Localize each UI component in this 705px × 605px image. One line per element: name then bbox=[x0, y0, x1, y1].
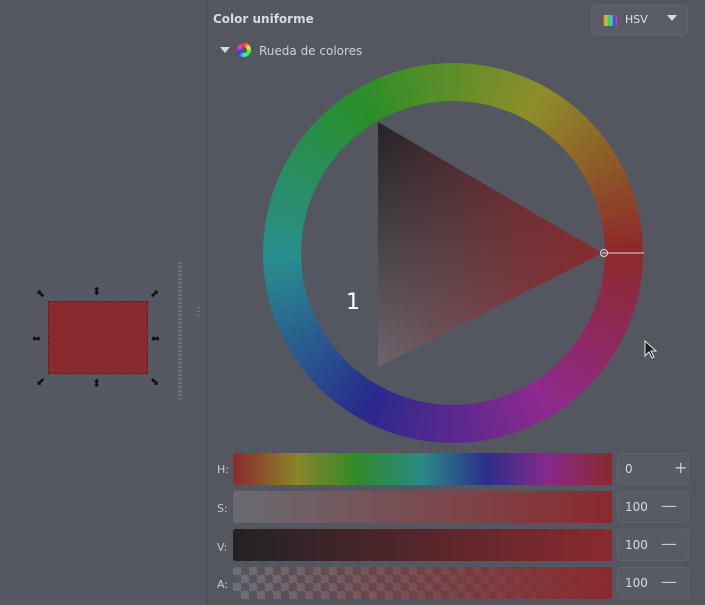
hue-slider-thumb[interactable] bbox=[606, 453, 612, 485]
hue-slider[interactable] bbox=[233, 453, 612, 485]
value-spinbox[interactable]: 100 — bbox=[617, 529, 689, 561]
saturation-slider[interactable] bbox=[233, 491, 612, 523]
color-wheel[interactable] bbox=[262, 62, 646, 446]
canvas-preview-pane: ⬉ ⬍ ⬈ ⬌ ⬌ ⬋ ⬍ ⬊ · · · bbox=[0, 0, 206, 605]
vertical-scrollbar[interactable] bbox=[178, 262, 182, 400]
alpha-value[interactable]: 100 bbox=[625, 576, 648, 590]
resize-handle-icon[interactable]: ⬋ bbox=[36, 376, 45, 387]
saturation-value[interactable]: 100 bbox=[625, 500, 648, 514]
alpha-slider-thumb[interactable] bbox=[606, 567, 612, 599]
section-label[interactable]: Rueda de colores bbox=[259, 44, 362, 58]
alpha-spinbox[interactable]: 100 — bbox=[617, 567, 689, 599]
drag-handle-icon[interactable]: · · · bbox=[197, 304, 200, 322]
decrement-button[interactable]: — bbox=[661, 572, 677, 592]
saturation-label: S: bbox=[217, 502, 228, 515]
resize-handle-icon[interactable]: ⬍ bbox=[92, 378, 101, 389]
hue-spinbox[interactable]: 0 + bbox=[617, 453, 689, 485]
hue-value[interactable]: 0 bbox=[625, 462, 633, 476]
color-mode-select[interactable]: HSV bbox=[591, 5, 688, 35]
decrement-button[interactable]: — bbox=[661, 534, 677, 554]
mouse-pointer-icon bbox=[644, 340, 658, 359]
overlay-label: 1 bbox=[346, 290, 360, 315]
saturation-spinbox[interactable]: 100 — bbox=[617, 491, 689, 523]
panel-title: Color uniforme bbox=[213, 12, 314, 26]
resize-handle-icon[interactable]: ⬍ bbox=[92, 286, 101, 297]
resize-handle-icon[interactable]: ⬈ bbox=[150, 288, 159, 299]
saturation-slider-thumb[interactable] bbox=[606, 491, 612, 523]
hsv-icon bbox=[603, 15, 617, 26]
value-slider-thumb[interactable] bbox=[606, 529, 612, 561]
color-mode-label: HSV bbox=[625, 13, 648, 26]
alpha-label: A: bbox=[217, 578, 229, 591]
hue-label: H: bbox=[217, 463, 229, 476]
decrement-button[interactable]: — bbox=[661, 496, 677, 516]
value-slider[interactable] bbox=[233, 529, 612, 561]
value-value[interactable]: 100 bbox=[625, 538, 648, 552]
resize-handle-icon[interactable]: ⬊ bbox=[150, 376, 159, 387]
resize-handle-icon[interactable]: ⬉ bbox=[36, 288, 45, 299]
selected-object-rect[interactable] bbox=[48, 301, 148, 374]
value-label: V: bbox=[217, 541, 228, 554]
expander-chevron-icon[interactable] bbox=[220, 47, 230, 53]
increment-button[interactable]: + bbox=[674, 458, 687, 478]
resize-handle-icon[interactable]: ⬌ bbox=[151, 333, 160, 344]
chevron-down-icon bbox=[667, 15, 677, 21]
resize-handle-icon[interactable]: ⬌ bbox=[32, 333, 41, 344]
alpha-slider[interactable] bbox=[233, 567, 612, 599]
color-wheel-icon bbox=[237, 43, 251, 57]
